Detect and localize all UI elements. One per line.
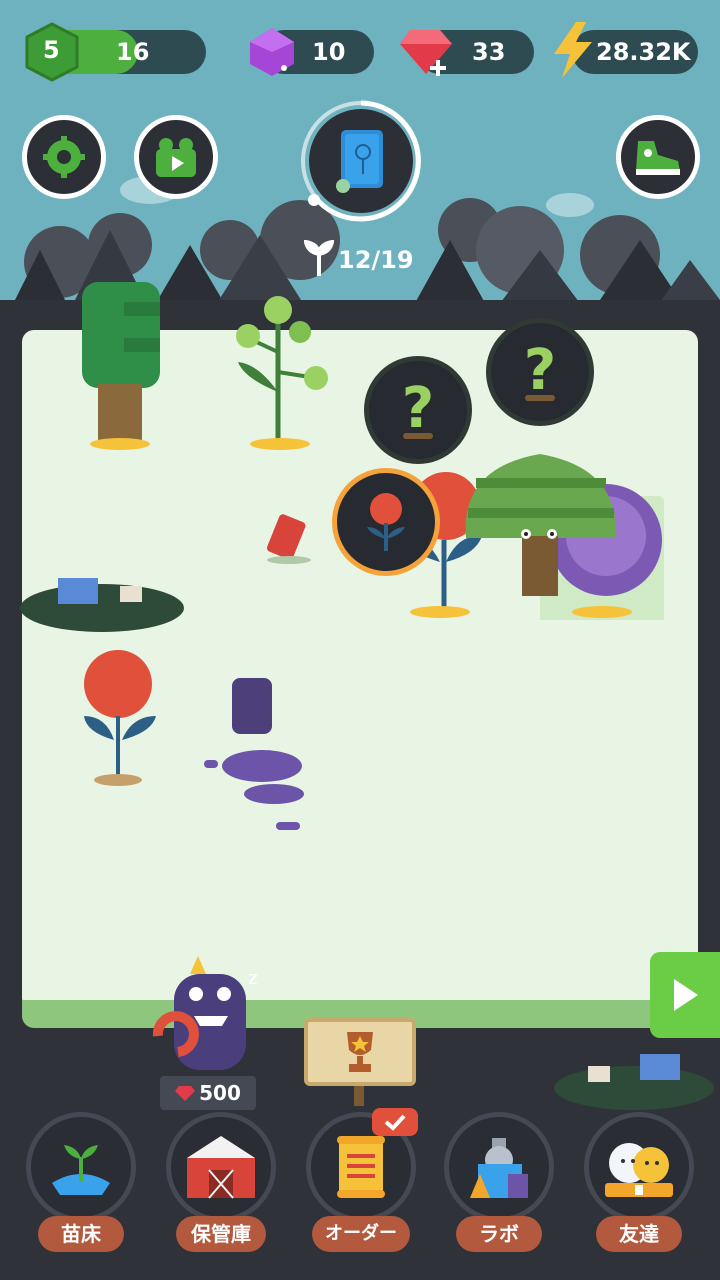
question-mark-icon-2: ? (524, 338, 556, 403)
energy-value: 28.32K (596, 38, 691, 66)
svg-text:z: z (248, 968, 257, 989)
lightning-icon (554, 22, 592, 78)
video-button[interactable] (134, 115, 218, 199)
nav-nursery-button[interactable] (26, 1112, 136, 1222)
lab-icon (470, 1138, 528, 1198)
can-trash[interactable] (262, 510, 316, 564)
growing-flower-bubble[interactable] (332, 468, 440, 576)
play-icon (674, 979, 698, 1011)
red-flower-plant[interactable] (82, 646, 158, 788)
question-mark-icon: ? (402, 376, 434, 441)
level-value: 5 (43, 36, 60, 64)
checkmark-icon (384, 1114, 406, 1131)
trash-pile-left[interactable] (12, 560, 188, 640)
mystery-plant-bubble-2[interactable]: ? (486, 318, 594, 426)
svg-text:?: ? (402, 376, 434, 441)
trophy-sign-post (354, 1086, 364, 1106)
trophy-sign[interactable] (304, 1018, 416, 1086)
sleeping-monster[interactable]: z (138, 956, 264, 1080)
nav-friends-label[interactable]: 友達 (596, 1216, 682, 1252)
nav-lab-button[interactable] (444, 1112, 554, 1222)
ruby-plus-icon[interactable] (396, 24, 456, 82)
settings-button[interactable] (22, 115, 106, 199)
barn-icon (187, 1136, 255, 1199)
shoe-button[interactable] (616, 115, 700, 199)
nav-lab-label[interactable]: ラボ (456, 1216, 542, 1252)
level-progress-value: 16 (116, 38, 150, 66)
book-icon (336, 130, 383, 193)
video-camera-icon (156, 138, 196, 177)
ruby-cost-value: 500 (199, 1081, 241, 1105)
nav-friends-button[interactable] (584, 1112, 694, 1222)
nav-storage-button[interactable] (166, 1112, 276, 1222)
ruby-value: 33 (472, 38, 506, 66)
trash-pile-right[interactable] (548, 1046, 718, 1118)
collection-progress: 12/19 (338, 246, 414, 274)
ruby-cost-badge[interactable]: 500 (160, 1076, 256, 1110)
orders-check-badge (372, 1108, 418, 1136)
svg-text:?: ? (524, 338, 556, 403)
nav-orders-label[interactable]: オーダー (312, 1216, 410, 1252)
trophy-icon (347, 1032, 373, 1072)
sneaker-icon (636, 141, 680, 175)
friends-icon (605, 1143, 673, 1197)
play-button[interactable] (650, 952, 720, 1038)
flower-bud-icon (367, 493, 405, 551)
nav-nursery-label[interactable]: 苗床 (38, 1216, 124, 1252)
gem-value: 10 (312, 38, 346, 66)
seedling-icon (52, 1145, 110, 1195)
purple-gem-icon (250, 28, 294, 76)
round-tree-plant[interactable] (456, 448, 626, 598)
encyclopedia-button[interactable] (309, 109, 413, 213)
nav-storage-label[interactable]: 保管庫 (176, 1216, 266, 1252)
sprout-icon (304, 240, 334, 276)
gear-icon (43, 136, 85, 178)
square-tree-plant[interactable] (78, 280, 168, 452)
order-scroll-icon (337, 1136, 385, 1198)
fruit-vine-plant[interactable] (228, 292, 338, 454)
ruby-icon (175, 1086, 196, 1101)
purple-paint-spill[interactable] (204, 676, 314, 836)
mystery-plant-bubble[interactable]: ? (364, 356, 472, 464)
